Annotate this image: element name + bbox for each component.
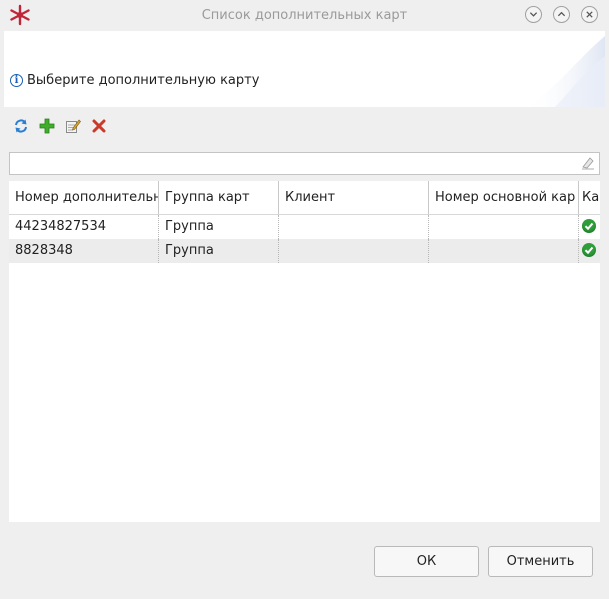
edit-button[interactable] [64,117,82,135]
filter-field[interactable] [9,152,600,175]
chevron-down-icon [529,12,538,17]
maximize-button[interactable] [553,6,570,23]
cell-number: 8828348 [9,239,159,263]
cell-group: Группа [159,215,279,239]
table-header: Номер дополнительн Группа карт Клиент Но… [9,181,600,215]
title-bar[interactable]: Список дополнительных карт [0,0,609,31]
check-icon [582,218,596,233]
cell-active [579,215,600,239]
toolbar [12,117,108,135]
header-decoration [525,36,605,107]
window-title: Список дополнительных карт [201,8,408,23]
table-row[interactable]: 44234827534 Группа [9,215,600,239]
ok-button[interactable]: ОК [374,546,479,577]
cell-client [279,215,429,239]
refresh-button[interactable] [12,117,30,135]
close-icon [586,11,593,18]
info-message: i Выберите дополнительную карту [10,73,259,88]
edit-icon [66,119,81,133]
header-panel: i Выберите дополнительную карту [4,31,605,107]
column-header-main-number[interactable]: Номер основной кар [429,181,579,214]
cell-active [579,239,600,263]
chevron-up-icon [557,11,566,17]
cell-main-number [429,239,579,263]
check-icon [582,242,596,257]
delete-button[interactable] [90,117,108,135]
cell-number: 44234827534 [9,215,159,239]
minimize-button[interactable] [525,6,542,23]
cell-client [279,239,429,263]
cards-table: Номер дополнительн Группа карт Клиент Но… [9,181,600,522]
add-icon [39,118,55,134]
table-row[interactable]: 8828348 Группа [9,239,600,263]
info-icon: i [10,74,23,87]
column-header-client[interactable]: Клиент [279,181,429,214]
dialog-window: Список дополнительных карт i Выберите до… [0,0,609,599]
delete-icon [92,119,106,133]
cell-group: Группа [159,239,279,263]
column-header-group[interactable]: Группа карт [159,181,279,214]
info-message-text: Выберите дополнительную карту [27,73,260,88]
refresh-icon [15,119,27,133]
cell-main-number [429,215,579,239]
column-header-active[interactable]: Ка [579,181,600,214]
add-button[interactable] [38,117,56,135]
close-button[interactable] [581,6,598,23]
column-header-number[interactable]: Номер дополнительн [9,181,159,214]
filter-input[interactable] [14,153,578,174]
cancel-button[interactable]: Отменить [488,546,593,577]
clear-filter-icon[interactable] [581,156,595,170]
